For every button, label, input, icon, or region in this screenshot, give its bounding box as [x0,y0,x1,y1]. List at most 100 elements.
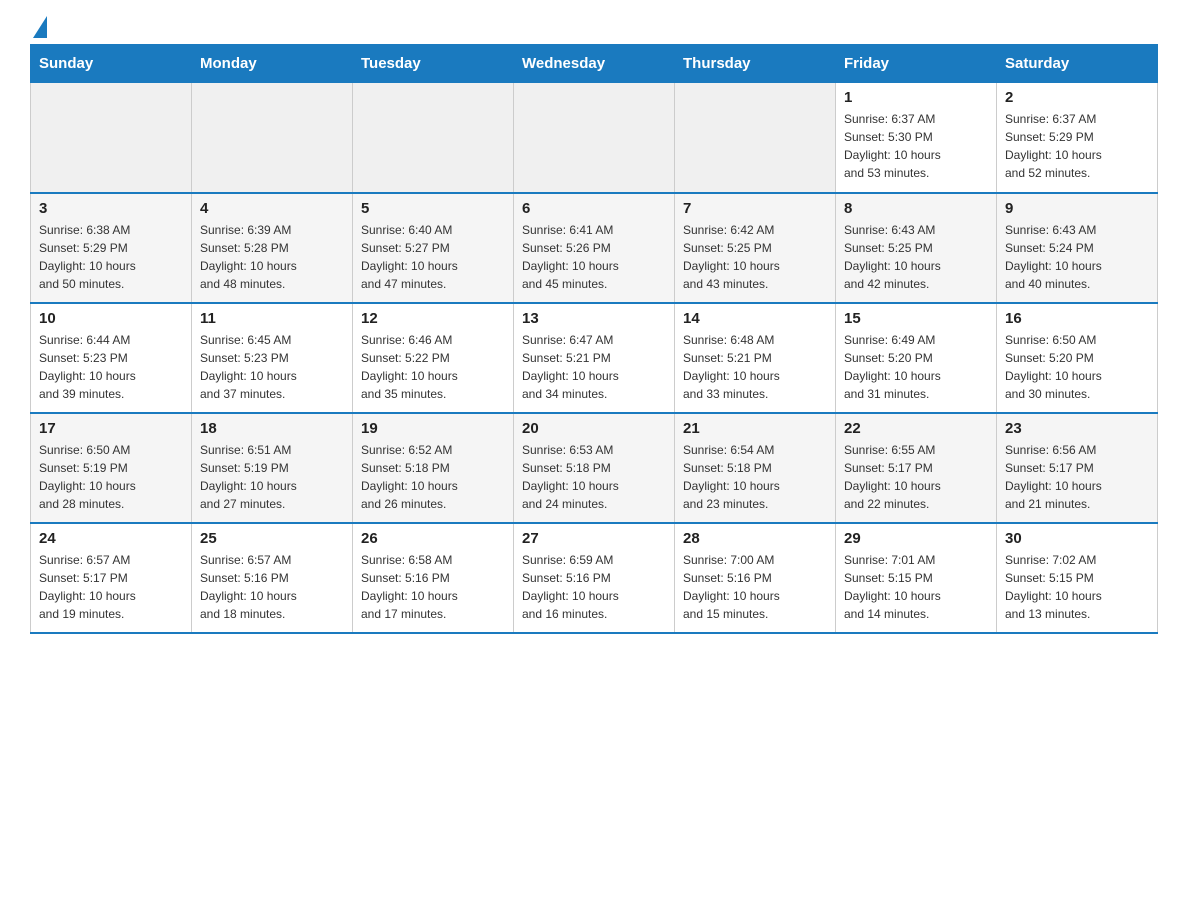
day-info: Sunrise: 6:49 AM Sunset: 5:20 PM Dayligh… [844,331,988,403]
day-number: 24 [39,530,183,547]
day-info: Sunrise: 6:43 AM Sunset: 5:24 PM Dayligh… [1005,221,1149,293]
table-cell: 1 Sunrise: 6:37 AM Sunset: 5:30 PM Daylig… [836,83,997,193]
table-cell: 29 Sunrise: 7:01 AM Sunset: 5:15 PM Dayli… [836,523,997,633]
day-info: Sunrise: 7:00 AM Sunset: 5:16 PM Dayligh… [683,551,827,623]
day-number: 27 [522,530,666,547]
weekday-header-row: SundayMondayTuesdayWednesdayThursdayFrid… [31,45,1158,83]
day-info: Sunrise: 6:57 AM Sunset: 5:17 PM Dayligh… [39,551,183,623]
day-info: Sunrise: 6:58 AM Sunset: 5:16 PM Dayligh… [361,551,505,623]
day-number: 9 [1005,200,1149,217]
day-number: 4 [200,200,344,217]
header-friday: Friday [836,45,997,83]
logo [30,20,47,34]
table-cell: 15 Sunrise: 6:49 AM Sunset: 5:20 PM Dayli… [836,303,997,413]
day-number: 7 [683,200,827,217]
table-cell: 21 Sunrise: 6:54 AM Sunset: 5:18 PM Dayli… [675,413,836,523]
day-info: Sunrise: 6:44 AM Sunset: 5:23 PM Dayligh… [39,331,183,403]
day-info: Sunrise: 6:47 AM Sunset: 5:21 PM Dayligh… [522,331,666,403]
table-cell: 3 Sunrise: 6:38 AM Sunset: 5:29 PM Daylig… [31,193,192,303]
day-number: 16 [1005,310,1149,327]
table-cell: 9 Sunrise: 6:43 AM Sunset: 5:24 PM Daylig… [997,193,1158,303]
week-row-3: 10 Sunrise: 6:44 AM Sunset: 5:23 PM Dayli… [31,303,1158,413]
table-cell [353,83,514,193]
day-number: 26 [361,530,505,547]
header [30,20,1158,34]
day-number: 3 [39,200,183,217]
table-cell [192,83,353,193]
day-info: Sunrise: 6:54 AM Sunset: 5:18 PM Dayligh… [683,441,827,513]
table-cell: 14Sunrise: 6:48 AM Sunset: 5:21 PM Dayli… [675,303,836,413]
table-cell: 2 Sunrise: 6:37 AM Sunset: 5:29 PM Daylig… [997,83,1158,193]
day-info: Sunrise: 6:43 AM Sunset: 5:25 PM Dayligh… [844,221,988,293]
table-cell: 10 Sunrise: 6:44 AM Sunset: 5:23 PM Dayli… [31,303,192,413]
header-wednesday: Wednesday [514,45,675,83]
day-info: Sunrise: 6:39 AM Sunset: 5:28 PM Dayligh… [200,221,344,293]
table-cell: 24 Sunrise: 6:57 AM Sunset: 5:17 PM Dayli… [31,523,192,633]
day-number: 25 [200,530,344,547]
day-number: 19 [361,420,505,437]
week-row-4: 17Sunrise: 6:50 AM Sunset: 5:19 PM Dayli… [31,413,1158,523]
table-cell: 7 Sunrise: 6:42 AM Sunset: 5:25 PM Daylig… [675,193,836,303]
day-number: 1 [844,89,988,106]
table-cell: 12 Sunrise: 6:46 AM Sunset: 5:22 PM Dayli… [353,303,514,413]
header-saturday: Saturday [997,45,1158,83]
header-monday: Monday [192,45,353,83]
table-cell: 23Sunrise: 6:56 AM Sunset: 5:17 PM Dayli… [997,413,1158,523]
day-number: 21 [683,420,827,437]
table-cell: 26 Sunrise: 6:58 AM Sunset: 5:16 PM Dayli… [353,523,514,633]
table-cell: 22 Sunrise: 6:55 AM Sunset: 5:17 PM Dayli… [836,413,997,523]
day-info: Sunrise: 6:40 AM Sunset: 5:27 PM Dayligh… [361,221,505,293]
table-cell [675,83,836,193]
table-cell [31,83,192,193]
day-number: 11 [200,310,344,327]
day-number: 5 [361,200,505,217]
day-number: 28 [683,530,827,547]
table-cell: 30 Sunrise: 7:02 AM Sunset: 5:15 PM Dayli… [997,523,1158,633]
table-cell: 20 Sunrise: 6:53 AM Sunset: 5:18 PM Dayli… [514,413,675,523]
day-number: 6 [522,200,666,217]
week-row-1: 1 Sunrise: 6:37 AM Sunset: 5:30 PM Daylig… [31,83,1158,193]
day-info: Sunrise: 6:57 AM Sunset: 5:16 PM Dayligh… [200,551,344,623]
day-info: Sunrise: 6:52 AM Sunset: 5:18 PM Dayligh… [361,441,505,513]
day-number: 15 [844,310,988,327]
table-cell: 6 Sunrise: 6:41 AM Sunset: 5:26 PM Daylig… [514,193,675,303]
day-number: 2 [1005,89,1149,106]
day-number: 22 [844,420,988,437]
day-number: 12 [361,310,505,327]
day-info: Sunrise: 6:37 AM Sunset: 5:29 PM Dayligh… [1005,110,1149,182]
day-info: Sunrise: 7:02 AM Sunset: 5:15 PM Dayligh… [1005,551,1149,623]
day-number: 18 [200,420,344,437]
table-cell: 11 Sunrise: 6:45 AM Sunset: 5:23 PM Dayli… [192,303,353,413]
day-info: Sunrise: 6:41 AM Sunset: 5:26 PM Dayligh… [522,221,666,293]
table-cell [514,83,675,193]
header-thursday: Thursday [675,45,836,83]
day-number: 29 [844,530,988,547]
table-cell: 25 Sunrise: 6:57 AM Sunset: 5:16 PM Dayli… [192,523,353,633]
table-cell: 27Sunrise: 6:59 AM Sunset: 5:16 PM Dayli… [514,523,675,633]
day-info: Sunrise: 6:55 AM Sunset: 5:17 PM Dayligh… [844,441,988,513]
table-cell: 13Sunrise: 6:47 AM Sunset: 5:21 PM Dayli… [514,303,675,413]
day-number: 10 [39,310,183,327]
day-info: Sunrise: 6:51 AM Sunset: 5:19 PM Dayligh… [200,441,344,513]
table-cell: 16 Sunrise: 6:50 AM Sunset: 5:20 PM Dayli… [997,303,1158,413]
day-info: Sunrise: 6:53 AM Sunset: 5:18 PM Dayligh… [522,441,666,513]
day-number: 20 [522,420,666,437]
day-info: Sunrise: 6:42 AM Sunset: 5:25 PM Dayligh… [683,221,827,293]
day-info: Sunrise: 6:46 AM Sunset: 5:22 PM Dayligh… [361,331,505,403]
table-cell: 17Sunrise: 6:50 AM Sunset: 5:19 PM Dayli… [31,413,192,523]
day-info: Sunrise: 6:50 AM Sunset: 5:20 PM Dayligh… [1005,331,1149,403]
day-number: 14 [683,310,827,327]
day-info: Sunrise: 6:38 AM Sunset: 5:29 PM Dayligh… [39,221,183,293]
day-number: 30 [1005,530,1149,547]
table-cell: 28 Sunrise: 7:00 AM Sunset: 5:16 PM Dayli… [675,523,836,633]
day-info: Sunrise: 6:45 AM Sunset: 5:23 PM Dayligh… [200,331,344,403]
day-info: Sunrise: 6:50 AM Sunset: 5:19 PM Dayligh… [39,441,183,513]
day-info: Sunrise: 6:37 AM Sunset: 5:30 PM Dayligh… [844,110,988,182]
logo-triangle-icon [33,16,47,38]
week-row-5: 24 Sunrise: 6:57 AM Sunset: 5:17 PM Dayli… [31,523,1158,633]
day-info: Sunrise: 7:01 AM Sunset: 5:15 PM Dayligh… [844,551,988,623]
header-tuesday: Tuesday [353,45,514,83]
day-info: Sunrise: 6:56 AM Sunset: 5:17 PM Dayligh… [1005,441,1149,513]
header-sunday: Sunday [31,45,192,83]
table-cell: 19 Sunrise: 6:52 AM Sunset: 5:18 PM Dayli… [353,413,514,523]
